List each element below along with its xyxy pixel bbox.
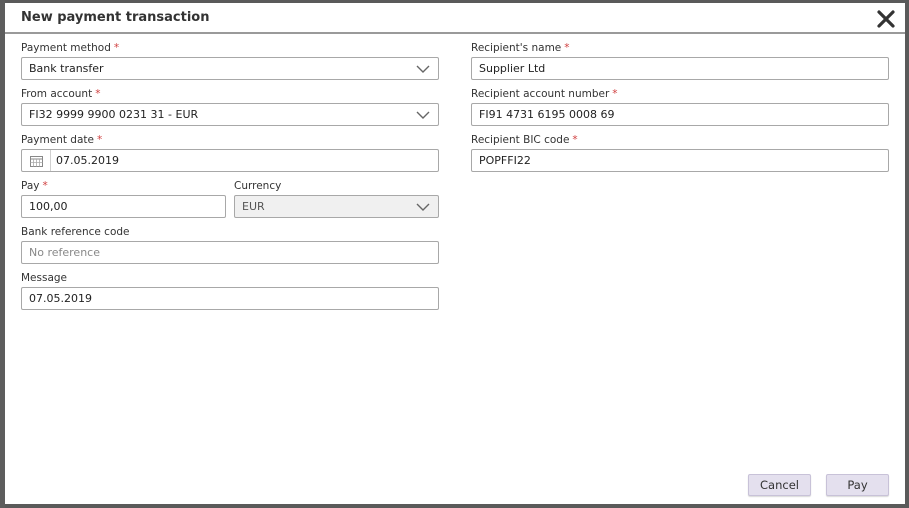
recipient-account-label: Recipient account number *	[471, 88, 618, 100]
pay-amount-value: 100,00	[29, 200, 68, 213]
chevron-down-icon	[416, 203, 430, 211]
calendar-icon[interactable]	[30, 155, 43, 167]
chevron-down-icon	[416, 65, 430, 73]
from-account-value: FI32 9999 9900 0231 31 - EUR	[29, 108, 199, 121]
from-account-select[interactable]: FI32 9999 9900 0231 31 - EUR	[21, 103, 439, 126]
close-button[interactable]	[875, 8, 897, 30]
payment-method-value: Bank transfer	[29, 62, 104, 75]
recipient-bic-value: POPFFI22	[479, 154, 531, 167]
required-marker: *	[113, 42, 120, 54]
recipient-account-input[interactable]: FI91 4731 6195 0008 69	[471, 103, 889, 126]
dialog-header: New payment transaction	[5, 3, 905, 34]
payment-date-label: Payment date *	[21, 134, 103, 146]
recipient-name-label: Recipient's name *	[471, 42, 570, 54]
recipient-account-value: FI91 4731 6195 0008 69	[479, 108, 615, 121]
message-label: Message	[21, 272, 68, 284]
dialog-title: New payment transaction	[21, 10, 210, 25]
required-marker: *	[564, 42, 570, 54]
required-marker: *	[95, 88, 101, 100]
recipient-name-input[interactable]: Supplier Ltd	[471, 57, 889, 80]
payment-method-select[interactable]: Bank transfer	[21, 57, 439, 80]
recipient-name-value: Supplier Ltd	[479, 62, 546, 75]
currency-value: EUR	[242, 200, 265, 213]
from-account-label: From account *	[21, 88, 101, 100]
required-marker: *	[612, 88, 618, 100]
currency-label: Currency	[234, 180, 282, 192]
currency-select[interactable]: EUR	[234, 195, 439, 218]
required-marker: *	[96, 134, 103, 146]
message-value: 07.05.2019	[29, 292, 92, 305]
message-input[interactable]: 07.05.2019	[21, 287, 439, 310]
pay-button[interactable]: Pay	[826, 474, 889, 496]
bank-reference-placeholder: No reference	[29, 246, 100, 259]
pay-label: Pay *	[21, 180, 48, 192]
payment-method-label: Payment method *	[21, 42, 120, 54]
required-marker: *	[572, 134, 578, 146]
payment-date-value: 07.05.2019	[56, 154, 119, 167]
bank-reference-label: Bank reference code	[21, 226, 130, 238]
payment-dialog: New payment transaction Payment method * …	[5, 3, 905, 504]
required-marker: *	[42, 180, 48, 192]
close-icon	[877, 10, 895, 28]
calendar-separator	[50, 150, 51, 171]
bank-reference-input[interactable]: No reference	[21, 241, 439, 264]
recipient-bic-input[interactable]: POPFFI22	[471, 149, 889, 172]
recipient-bic-label: Recipient BIC code *	[471, 134, 578, 146]
payment-date-input[interactable]: 07.05.2019	[21, 149, 439, 172]
pay-amount-input[interactable]: 100,00	[21, 195, 226, 218]
chevron-down-icon	[416, 111, 430, 119]
cancel-button[interactable]: Cancel	[748, 474, 811, 496]
